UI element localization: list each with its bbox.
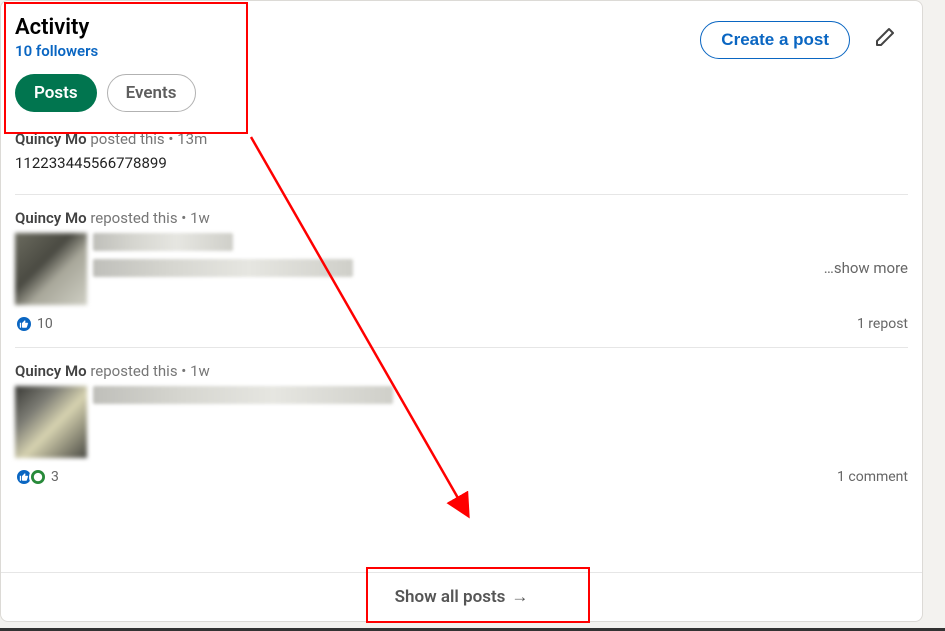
- post-meta: Quincy Mo reposted this • 1w: [15, 209, 908, 227]
- followers-link[interactable]: 10 followers: [15, 42, 98, 60]
- like-icon: [15, 315, 33, 333]
- dot-sep: •: [181, 362, 186, 380]
- repost-count[interactable]: 1 repost: [857, 316, 908, 332]
- activity-title: Activity: [15, 15, 98, 40]
- dot-sep: •: [181, 209, 186, 227]
- post-meta: Quincy Mo reposted this • 1w: [15, 362, 908, 380]
- activity-card: Activity 10 followers Create a post Post…: [0, 0, 923, 622]
- posts-list: Quincy Mo posted this • 13m 112233445566…: [1, 124, 922, 500]
- create-post-button[interactable]: Create a post: [700, 21, 850, 59]
- arrow-right-icon: →: [511, 587, 528, 607]
- reactions-count: 3: [51, 469, 59, 485]
- redacted-text: [93, 386, 908, 404]
- post-meta: Quincy Mo posted this • 13m: [15, 130, 908, 148]
- header-right: Create a post: [700, 15, 900, 59]
- engagement-row: 10 1 repost: [15, 315, 908, 333]
- comment-count[interactable]: 1 comment: [837, 469, 908, 485]
- show-more-link[interactable]: …show more: [824, 259, 908, 277]
- post-action: reposted this: [90, 209, 177, 227]
- post-item[interactable]: Quincy Mo posted this • 13m 112233445566…: [15, 124, 908, 194]
- show-all-posts-link[interactable]: Show all posts →: [395, 587, 529, 607]
- post-time: 1w: [190, 362, 210, 380]
- post-time: 13m: [177, 130, 207, 148]
- activity-footer: Show all posts →: [1, 572, 922, 621]
- post-author[interactable]: Quincy Mo: [15, 130, 87, 148]
- post-action: posted this: [90, 130, 164, 148]
- celebrate-icon: [29, 468, 47, 486]
- reactions[interactable]: 3: [15, 468, 59, 486]
- post-preview-redacted: …show more: [15, 233, 908, 305]
- post-item[interactable]: Quincy Mo reposted this • 1w …show more: [15, 194, 908, 347]
- redacted-thumbnail: [15, 233, 87, 305]
- post-action: reposted this: [90, 362, 177, 380]
- post-body: 112233445566778899: [15, 154, 908, 172]
- edit-icon[interactable]: [868, 22, 900, 58]
- show-all-label: Show all posts: [395, 587, 506, 607]
- post-author[interactable]: Quincy Mo: [15, 209, 87, 227]
- engagement-row: 3 1 comment: [15, 468, 908, 486]
- reactions[interactable]: 10: [15, 315, 53, 333]
- header-left: Activity 10 followers: [15, 15, 98, 60]
- tab-events[interactable]: Events: [107, 74, 196, 112]
- dot-sep: •: [168, 130, 173, 148]
- redacted-text: …show more: [93, 233, 908, 277]
- reactions-count: 10: [37, 316, 53, 332]
- tab-posts[interactable]: Posts: [15, 74, 97, 112]
- post-author[interactable]: Quincy Mo: [15, 362, 87, 380]
- post-preview-redacted: [15, 386, 908, 458]
- activity-tabs: Posts Events: [1, 60, 922, 124]
- post-time: 1w: [190, 209, 210, 227]
- redacted-thumbnail: [15, 386, 87, 458]
- activity-header: Activity 10 followers Create a post: [1, 1, 922, 60]
- post-item[interactable]: Quincy Mo reposted this • 1w: [15, 347, 908, 500]
